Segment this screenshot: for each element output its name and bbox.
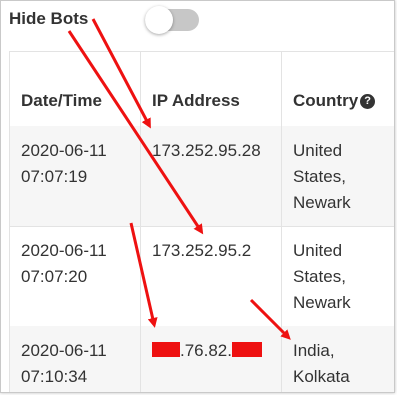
hide-bots-label: Hide Bots <box>9 9 89 28</box>
toggle-knob <box>145 6 173 34</box>
redaction-box <box>232 342 262 357</box>
row-ip: 173.252.95.28 <box>152 141 261 160</box>
column-header-datetime[interactable]: Date/Time <box>21 88 102 114</box>
row-country-line: United <box>293 241 343 260</box>
row-country-line: Kolkata <box>293 367 350 386</box>
row-ip: 173.252.95.2 <box>152 241 252 260</box>
table-row: 2020-06-11 07:10:34 .76.82. India, Kolka… <box>9 326 394 392</box>
visits-table: Date/Time IP Address Country? 2020-06-11… <box>9 51 394 392</box>
column-header-ip[interactable]: IP Address <box>152 88 240 114</box>
country-header-label: Country <box>293 91 359 110</box>
row-ip-visible: .76.82. <box>180 341 232 360</box>
row-date: 2020-06-11 <box>21 141 107 160</box>
row-ip: .76.82. <box>152 338 262 364</box>
row-date: 2020-06-11 <box>21 241 107 260</box>
row-country-line: Newark <box>293 293 351 312</box>
row-country-line: United <box>293 141 343 160</box>
visitor-log-panel: Hide Bots Date/Time IP Address Country? … <box>0 0 395 393</box>
hide-bots-toggle[interactable] <box>145 6 199 34</box>
redaction-box <box>152 342 180 357</box>
row-date: 2020-06-11 <box>21 341 107 360</box>
row-time: 07:10:34 <box>21 367 88 386</box>
row-time: 07:07:19 <box>21 167 88 186</box>
question-circle-icon[interactable]: ? <box>360 94 376 109</box>
row-country-line: India, <box>293 341 335 360</box>
row-country-line: States, <box>293 167 346 186</box>
column-divider <box>9 52 10 392</box>
table-row: 2020-06-11 07:07:19 173.252.95.28 United… <box>9 126 394 227</box>
row-country-line: States, <box>293 267 346 286</box>
row-time: 07:07:20 <box>21 267 88 286</box>
column-header-country[interactable]: Country? <box>293 88 376 114</box>
table-header-row: Date/Time IP Address Country? <box>9 52 394 127</box>
column-divider <box>140 52 141 392</box>
row-country-line: Newark <box>293 193 351 212</box>
table-row: 2020-06-11 07:07:20 173.252.95.2 United … <box>9 226 394 327</box>
toolbar: Hide Bots <box>1 1 394 45</box>
column-divider <box>281 52 282 392</box>
